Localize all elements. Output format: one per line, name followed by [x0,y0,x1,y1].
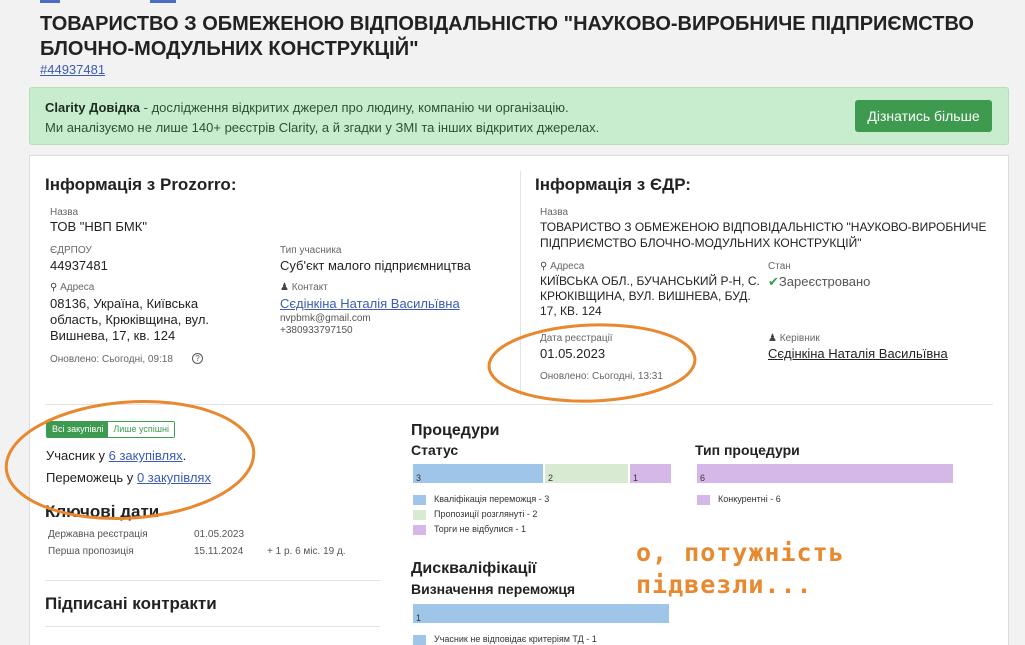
annotation-line1: о, потужність [636,538,845,567]
annotation-circle-reg-date [487,323,697,403]
annotation-text: о, потужність підвезли... [636,537,845,601]
annotation-overlay [4,323,697,521]
annotation-circle-purchases [4,399,256,521]
annotation-line2: підвезли... [636,570,813,599]
